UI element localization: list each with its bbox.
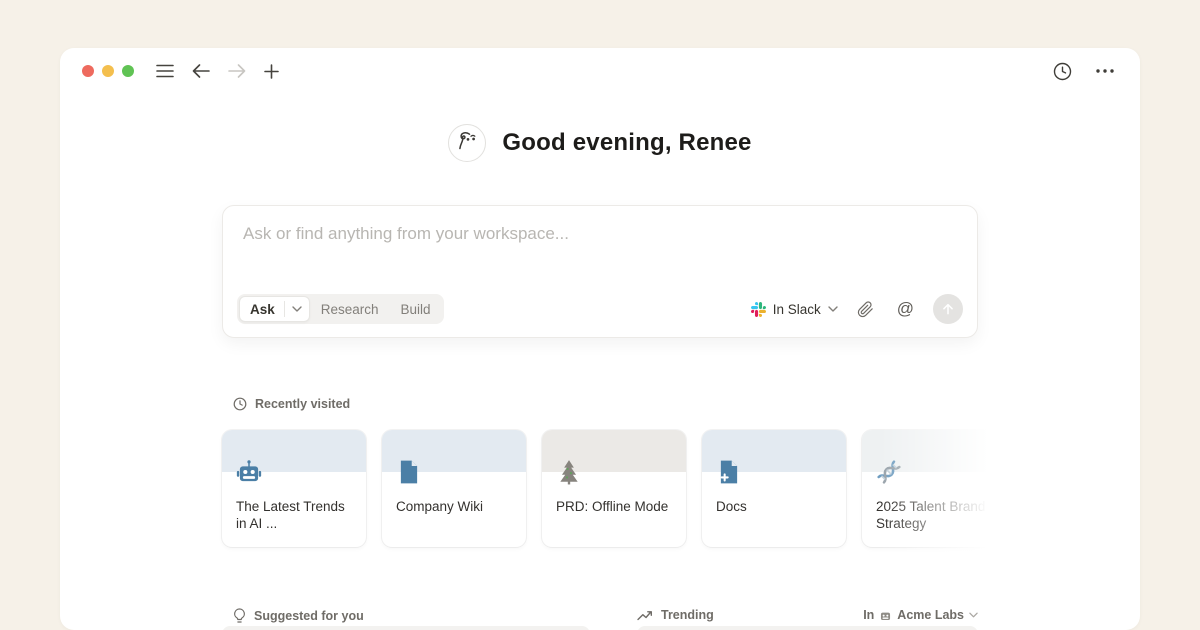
back-arrow-icon[interactable]: [188, 60, 214, 82]
trending-header: Trending: [637, 608, 714, 622]
composer-toolbar: Ask Research Build: [237, 294, 963, 324]
plus-icon[interactable]: [260, 60, 283, 83]
page-title: Good evening, Renee: [502, 129, 751, 157]
send-button[interactable]: [933, 294, 963, 324]
history-clock-icon[interactable]: [1049, 58, 1076, 85]
close-window-button[interactable]: [82, 65, 94, 77]
recent-card[interactable]: Docs: [702, 430, 846, 547]
zoom-window-button[interactable]: [122, 65, 134, 77]
tree-icon: [556, 459, 582, 485]
forward-arrow-icon[interactable]: [224, 60, 250, 82]
robot-workspace-icon: [879, 609, 892, 622]
suggested-card-peek: [222, 626, 590, 630]
recently-visited-header: Recently visited: [233, 397, 350, 411]
clock-icon: [233, 397, 247, 411]
section-title: Trending: [661, 608, 714, 622]
ask-input[interactable]: [223, 206, 977, 268]
chevron-down-icon: [828, 306, 838, 312]
robot-icon: [236, 459, 262, 485]
paperclip-icon[interactable]: [853, 297, 878, 322]
recent-card[interactable]: PRD: Offline Mode: [542, 430, 686, 547]
trending-icon: [637, 610, 653, 621]
recent-card[interactable]: Company Wiki: [382, 430, 526, 547]
mode-switcher: Ask Research Build: [237, 294, 444, 324]
card-title: The Latest Trends in AI ...: [236, 498, 356, 533]
workspace-prefix: In: [863, 608, 874, 622]
document-icon: [396, 459, 422, 485]
recently-visited-cards: The Latest Trends in AI ... Company Wiki…: [222, 430, 1006, 547]
card-title: Docs: [716, 498, 836, 515]
context-label: In Slack: [773, 302, 821, 317]
chevron-down-icon[interactable]: [285, 306, 309, 312]
workspace-selector[interactable]: In Acme Labs: [856, 608, 978, 622]
at-mention-icon[interactable]: @: [893, 295, 918, 323]
chevron-down-icon: [969, 612, 978, 618]
section-title: Recently visited: [255, 397, 350, 411]
section-title: Suggested for you: [254, 609, 364, 623]
mode-ask-label: Ask: [250, 302, 275, 317]
lightbulb-icon: [233, 608, 246, 624]
ai-composer: Ask Research Build: [222, 205, 978, 338]
card-title: PRD: Offline Mode: [556, 498, 676, 515]
ellipsis-icon[interactable]: [1092, 65, 1118, 77]
window-header: [60, 48, 1140, 94]
app-window: Good evening, Renee Ask Research Build: [60, 48, 1140, 630]
workspace-name: Acme Labs: [897, 608, 964, 622]
recent-card[interactable]: 2025 Talent Brand Strategy: [862, 430, 1006, 547]
send-arrow-icon: [941, 302, 955, 316]
mode-build-button[interactable]: Build: [390, 296, 442, 322]
card-title: Company Wiki: [396, 498, 516, 515]
context-selector[interactable]: In Slack: [751, 302, 838, 317]
dna-icon: [876, 459, 902, 485]
notion-face-icon: [448, 124, 486, 162]
mode-research-button[interactable]: Research: [310, 296, 390, 322]
recent-card[interactable]: The Latest Trends in AI ...: [222, 430, 366, 547]
menu-icon[interactable]: [152, 60, 178, 82]
document-plus-icon: [716, 459, 742, 485]
minimize-window-button[interactable]: [102, 65, 114, 77]
trending-card-peek: [637, 626, 978, 630]
greeting-row: Good evening, Renee: [60, 124, 1140, 162]
traffic-lights: [82, 65, 134, 77]
card-title: 2025 Talent Brand Strategy: [876, 498, 996, 533]
mode-ask-button[interactable]: Ask: [239, 296, 310, 322]
suggested-header: Suggested for you: [233, 608, 364, 624]
slack-logo-icon: [751, 302, 766, 317]
